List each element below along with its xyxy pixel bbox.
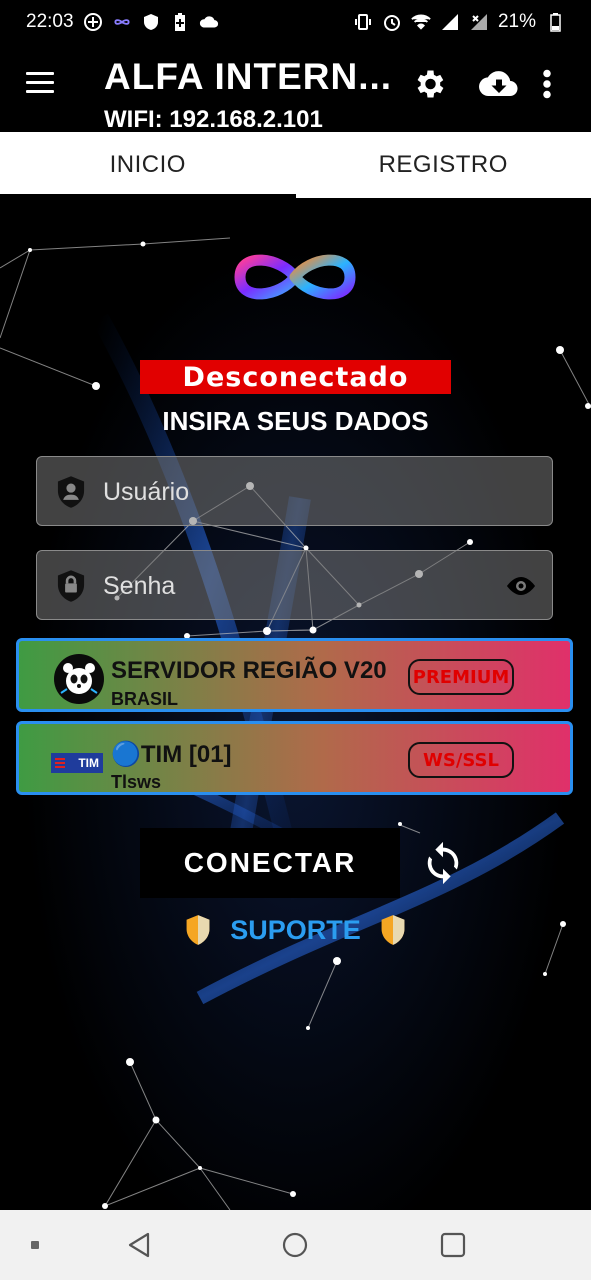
battery-percent: 21% xyxy=(497,11,536,32)
refresh-icon[interactable] xyxy=(420,838,466,888)
battery-icon xyxy=(550,13,561,32)
eye-icon[interactable] xyxy=(504,571,538,601)
shield-right-icon xyxy=(381,915,405,945)
infinity-icon xyxy=(113,19,130,25)
tab-registro[interactable]: REGISTRO xyxy=(296,132,591,198)
overview-icon[interactable] xyxy=(438,1230,468,1260)
app-bar: ALFA INTERN... WIFI: 192.168.2.101 xyxy=(0,44,591,133)
connection-status-badge: Desconectado xyxy=(140,360,451,394)
server-region: BRASIL xyxy=(111,689,178,709)
network-selector[interactable]: TIM 🔵TIM [01] Tlsws WS/SSL xyxy=(16,721,573,795)
alarm-icon xyxy=(383,15,400,31)
network-name: 🔵TIM [01] xyxy=(111,741,232,768)
infinity-logo-icon xyxy=(234,254,356,300)
gear-icon[interactable] xyxy=(411,66,447,102)
form-prompt: INSIRA SEUS DADOS xyxy=(162,406,429,436)
server-name: SERVIDOR REGIÃO V20 xyxy=(111,657,387,684)
password-field[interactable] xyxy=(36,550,553,621)
signal-icon xyxy=(441,14,458,30)
connect-button[interactable]: CONECTAR xyxy=(140,828,400,898)
server-tag-badge: PREMIUM xyxy=(408,659,514,695)
battery-plus-icon xyxy=(174,13,185,31)
back-icon[interactable] xyxy=(124,1230,154,1260)
tim-logo-text: TIM xyxy=(78,756,99,770)
home-icon[interactable] xyxy=(280,1230,310,1260)
wifi-icon xyxy=(411,14,431,30)
shield-icon xyxy=(143,14,158,30)
shield-left-icon xyxy=(186,915,210,945)
support-label: SUPORTE xyxy=(230,914,361,945)
system-nav-bar xyxy=(0,1210,591,1280)
panda-avatar-icon xyxy=(54,654,104,704)
server-selector[interactable]: SERVIDOR REGIÃO V20 BRASIL PREMIUM xyxy=(16,638,573,712)
plus-circle-icon xyxy=(83,13,102,31)
vibrate-icon xyxy=(354,14,371,30)
app-title: ALFA INTERN... xyxy=(104,56,393,97)
menu-icon[interactable] xyxy=(26,72,54,94)
password-input[interactable] xyxy=(101,551,485,621)
more-vert-icon[interactable] xyxy=(540,66,554,102)
network-tag-badge: WS/SSL xyxy=(408,742,514,778)
cloud-icon xyxy=(199,16,218,28)
username-input[interactable] xyxy=(101,457,485,527)
app-subtitle: WIFI: 192.168.2.101 xyxy=(104,106,323,133)
signal-x-icon xyxy=(470,14,487,30)
username-field[interactable] xyxy=(36,456,553,527)
main-panel: Desconectado INSIRA SEUS DADOS SERVIDOR … xyxy=(0,198,591,1210)
clock: 22:03 xyxy=(26,11,74,32)
network-protocol: Tlsws xyxy=(111,772,162,792)
lock-shield-icon xyxy=(57,570,85,602)
tab-bar: INICIO REGISTRO xyxy=(0,132,591,198)
status-bar: 22:03 21% xyxy=(0,0,591,44)
cloud-download-icon[interactable] xyxy=(479,66,519,102)
support-link[interactable]: SUPORTE xyxy=(0,910,591,950)
user-shield-icon xyxy=(57,476,85,508)
recent-dot-icon[interactable] xyxy=(30,1240,40,1250)
tab-inicio[interactable]: INICIO xyxy=(0,132,296,198)
tim-logo-icon: TIM xyxy=(51,753,103,773)
